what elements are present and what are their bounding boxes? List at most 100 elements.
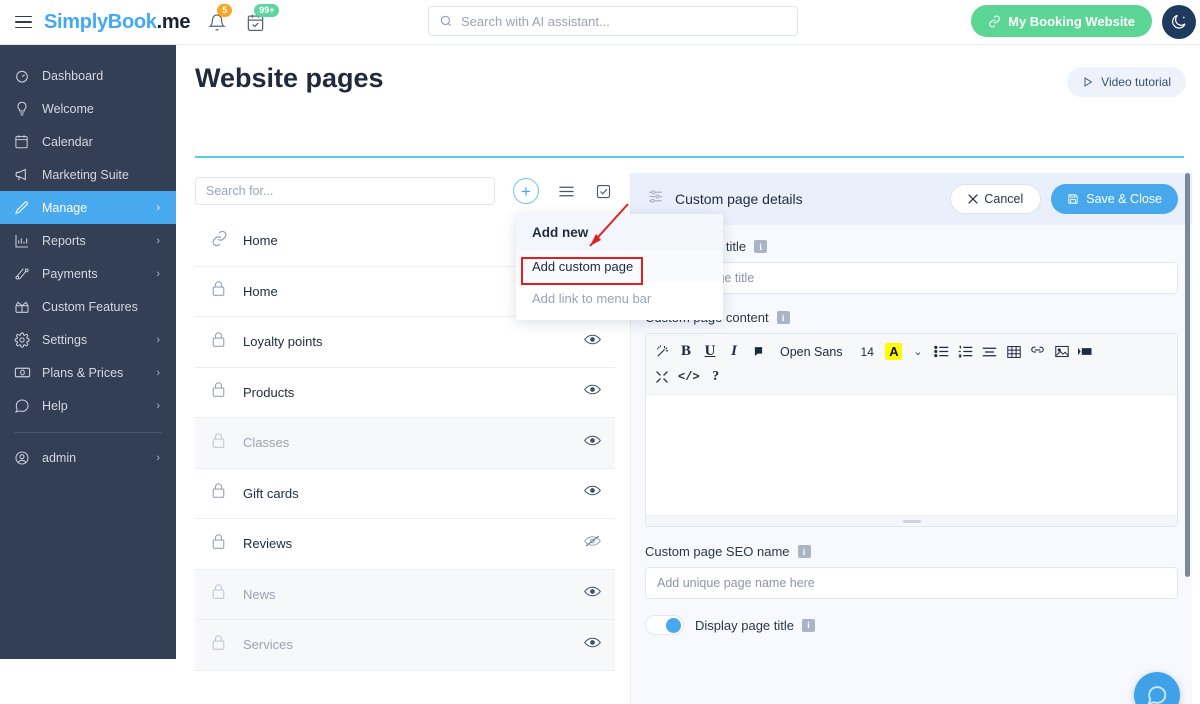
hamburger-icon[interactable] (10, 9, 36, 35)
select-all-checkbox-icon[interactable] (593, 181, 613, 201)
link-icon (989, 15, 1000, 27)
close-icon (968, 194, 979, 204)
chat-bubble-button[interactable] (1134, 672, 1180, 704)
pages-search-input[interactable] (195, 177, 495, 205)
bulb-icon (14, 101, 34, 117)
eye-hidden-icon[interactable] (584, 534, 601, 553)
sidebar-item-dashboard[interactable]: Dashboard (0, 59, 176, 92)
brand-logo[interactable]: Simply Book .me (44, 11, 190, 34)
my-booking-website-button[interactable]: My Booking Website (971, 5, 1152, 37)
info-icon[interactable]: i (776, 311, 790, 324)
sidebar-item-marketing-suite[interactable]: Marketing Suite (0, 158, 176, 191)
info-icon[interactable]: i (754, 240, 768, 253)
editor-content-area[interactable] (646, 395, 1177, 515)
eye-visible-icon[interactable] (584, 484, 601, 502)
video-icon[interactable] (1074, 339, 1098, 364)
chevron-down-icon[interactable]: ⌄ (906, 339, 930, 364)
save-label: Save & Close (1086, 192, 1162, 206)
eye-visible-icon[interactable] (584, 434, 601, 452)
sidebar-item-settings[interactable]: Settings › (0, 323, 176, 356)
custom-page-seo-input[interactable] (645, 567, 1178, 599)
brand-s: S (44, 10, 58, 33)
list-lines-icon[interactable] (556, 181, 576, 201)
ai-search-box[interactable] (428, 6, 798, 36)
underline-icon[interactable]: U (698, 339, 722, 364)
eye-visible-icon[interactable] (584, 333, 601, 351)
table-row[interactable]: Gift cards (195, 469, 615, 519)
sidebar-item-welcome[interactable]: Welcome (0, 92, 176, 125)
sidebar-item-payments[interactable]: Payments › (0, 257, 176, 290)
bold-icon[interactable]: B (674, 339, 698, 364)
brand-blue: imply (57, 10, 108, 33)
sidebar-item-calendar[interactable]: Calendar (0, 125, 176, 158)
info-icon[interactable]: i (802, 618, 815, 632)
ordered-list-icon[interactable] (954, 339, 978, 364)
lock-icon (211, 533, 231, 555)
page-label: Classes (243, 435, 290, 451)
sidebar-item-plans-prices[interactable]: Plans & Prices › (0, 356, 176, 389)
notifications-bell[interactable]: 5 (208, 4, 233, 37)
code-view-icon[interactable]: </> (674, 364, 704, 389)
font-family-select[interactable]: Open Sans (770, 339, 853, 364)
info-icon[interactable]: i (797, 545, 811, 558)
table-row[interactable]: News (195, 569, 615, 620)
dropdown-item-add-link-to-menu-bar[interactable]: Add link to menu bar (516, 282, 723, 314)
save-icon (1068, 194, 1078, 204)
display-page-title-toggle[interactable] (645, 615, 684, 635)
eraser-icon[interactable] (746, 339, 770, 364)
table-icon[interactable] (1002, 339, 1026, 364)
table-row[interactable]: Loyalty points (195, 317, 615, 368)
dropdown-item-add-custom-page[interactable]: Add custom page (516, 250, 723, 282)
table-row[interactable]: Reviews (195, 519, 615, 570)
italic-icon[interactable]: I (722, 339, 746, 364)
magic-wand-icon[interactable] (650, 339, 674, 364)
font-size-select[interactable]: 14 (853, 339, 882, 364)
sidebar-item-manage[interactable]: Manage › (0, 191, 176, 224)
eye-visible-icon[interactable] (584, 585, 601, 603)
image-icon[interactable] (1050, 339, 1074, 364)
editor-resize-handle[interactable] (646, 515, 1177, 526)
eye-visible-icon[interactable] (584, 636, 601, 654)
main-content: Website pages Video tutorial + (176, 45, 1200, 704)
page-label: News (243, 586, 276, 602)
search-input[interactable] (461, 13, 797, 29)
unordered-list-icon[interactable] (930, 339, 954, 364)
moon-icon (1172, 14, 1186, 29)
page-label: Services (243, 637, 293, 653)
sidebar-item-help[interactable]: Help › (0, 389, 176, 422)
help-icon[interactable]: ? (704, 364, 728, 389)
align-icon[interactable] (978, 339, 1002, 364)
sidebar: Dashboard Welcome Calendar Marketing Sui… (0, 45, 176, 659)
detail-panel-scrollbar[interactable] (1185, 173, 1190, 577)
table-row[interactable]: Products (195, 368, 615, 418)
sidebar-item-custom-features[interactable]: Custom Features (0, 290, 176, 323)
display-page-title-row: Display page title i (645, 615, 1178, 635)
text-color-icon[interactable]: A (885, 343, 903, 360)
megaphone-icon (14, 166, 34, 183)
add-page-button[interactable]: + (513, 178, 539, 204)
save-and-close-button[interactable]: Save & Close (1051, 184, 1178, 214)
table-row[interactable]: Services (195, 620, 615, 671)
sidebar-item-reports[interactable]: Reports › (0, 224, 176, 257)
brand-book: Book (107, 10, 157, 33)
brand-suffix: .me (156, 10, 191, 33)
chevron-right-icon: › (156, 451, 160, 464)
chat-icon (14, 398, 34, 414)
search-icon (440, 15, 452, 27)
eye-visible-icon[interactable] (584, 383, 601, 401)
sidebar-item-admin[interactable]: admin › (0, 441, 176, 474)
video-tutorial-button[interactable]: Video tutorial (1067, 67, 1186, 97)
custom-page-title-input[interactable] (645, 262, 1178, 294)
tasks-calendar[interactable]: 99+ (246, 4, 280, 37)
night-mode-toggle[interactable] (1162, 5, 1196, 39)
link-icon[interactable] (1026, 339, 1050, 364)
sidebar-label-reports: Reports (42, 233, 86, 248)
dashboard-icon (14, 68, 34, 84)
sidebar-label-settings: Settings (42, 332, 88, 347)
fullscreen-icon[interactable] (650, 364, 674, 389)
cancel-button[interactable]: Cancel (950, 184, 1042, 214)
table-row[interactable]: Classes (195, 418, 615, 469)
chart-icon (14, 233, 34, 249)
page-label: Products (243, 384, 295, 400)
sidebar-label-help: Help (42, 398, 68, 413)
